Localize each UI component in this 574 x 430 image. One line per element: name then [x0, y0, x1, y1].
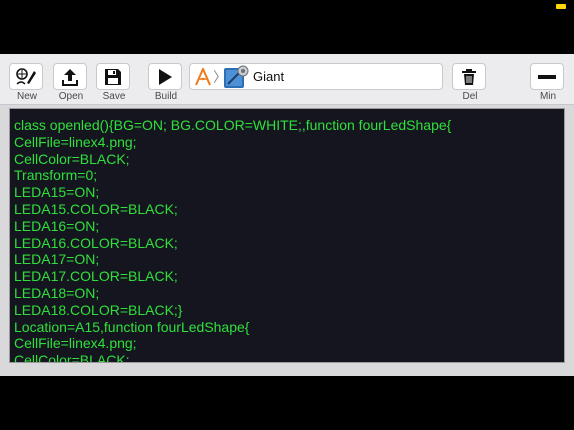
save-tool: Save — [96, 63, 132, 102]
code-editor[interactable]: class openled(){BG=ON; BG.COLOR=WHITE;,f… — [9, 108, 565, 363]
code-line: LEDA15.COLOR=BLACK; — [14, 200, 178, 217]
minus-icon — [538, 74, 556, 79]
play-icon — [159, 68, 172, 85]
code-line: LEDA16=ON; — [14, 217, 100, 234]
toolbar: New Open Save Build 〉 Giant Del Min — [0, 54, 574, 105]
delete-button[interactable] — [452, 63, 486, 90]
del-tool: Del — [452, 63, 488, 102]
open-label: Open — [58, 91, 84, 102]
new-label: New — [16, 91, 37, 102]
code-line: CellFile=linex4.png; — [14, 335, 137, 352]
project-path-bar[interactable]: 〉 Giant — [189, 63, 443, 90]
open-tool: Open — [53, 63, 89, 102]
code-line: LEDA17=ON; — [14, 251, 100, 268]
code-line: LEDA15=ON; — [14, 184, 100, 201]
min-label: Min — [539, 91, 557, 102]
build-button[interactable] — [148, 63, 182, 90]
build-tool: Build — [148, 63, 184, 102]
code-line: LEDA17.COLOR=BLACK; — [14, 268, 178, 285]
minimize-button[interactable] — [530, 63, 564, 90]
del-label: Del — [462, 91, 478, 102]
save-button[interactable] — [96, 63, 130, 90]
code-line: LEDA16.COLOR=BLACK; — [14, 234, 178, 251]
status-bar — [0, 0, 574, 20]
code-line: Location=A15,function fourLedShape{ — [14, 318, 250, 335]
upload-arrow-icon — [62, 68, 78, 86]
code-line: CellColor=BLACK; — [14, 150, 130, 167]
code-line: class openled(){BG=ON; BG.COLOR=WHITE;,f… — [14, 117, 452, 133]
code-line: LEDA18=ON; — [14, 284, 100, 301]
code-line: CellFile=linex4.png; — [14, 133, 137, 150]
code-lines: class openled(){BG=ON; BG.COLOR=WHITE;,f… — [14, 117, 452, 363]
compass-a-icon — [195, 68, 211, 86]
code-line: Transform=0; — [14, 167, 98, 184]
project-name: Giant — [253, 69, 285, 84]
new-tool: New — [9, 63, 45, 102]
trash-icon — [462, 68, 476, 85]
project-drawing-icon — [224, 65, 249, 88]
save-label: Save — [102, 91, 126, 102]
app-window: New Open Save Build 〉 Giant Del Min clas… — [0, 54, 574, 376]
build-label: Build — [154, 91, 178, 102]
floppy-disk-icon — [105, 68, 121, 85]
new-button[interactable] — [9, 63, 43, 90]
code-line: LEDA18.COLOR=BLACK;} — [14, 301, 183, 318]
code-line: CellColor=BLACK; — [14, 352, 130, 363]
min-tool: Min — [530, 63, 566, 102]
open-button[interactable] — [53, 63, 87, 90]
battery-icon — [556, 4, 566, 9]
brush-pen-icon — [16, 67, 36, 85]
